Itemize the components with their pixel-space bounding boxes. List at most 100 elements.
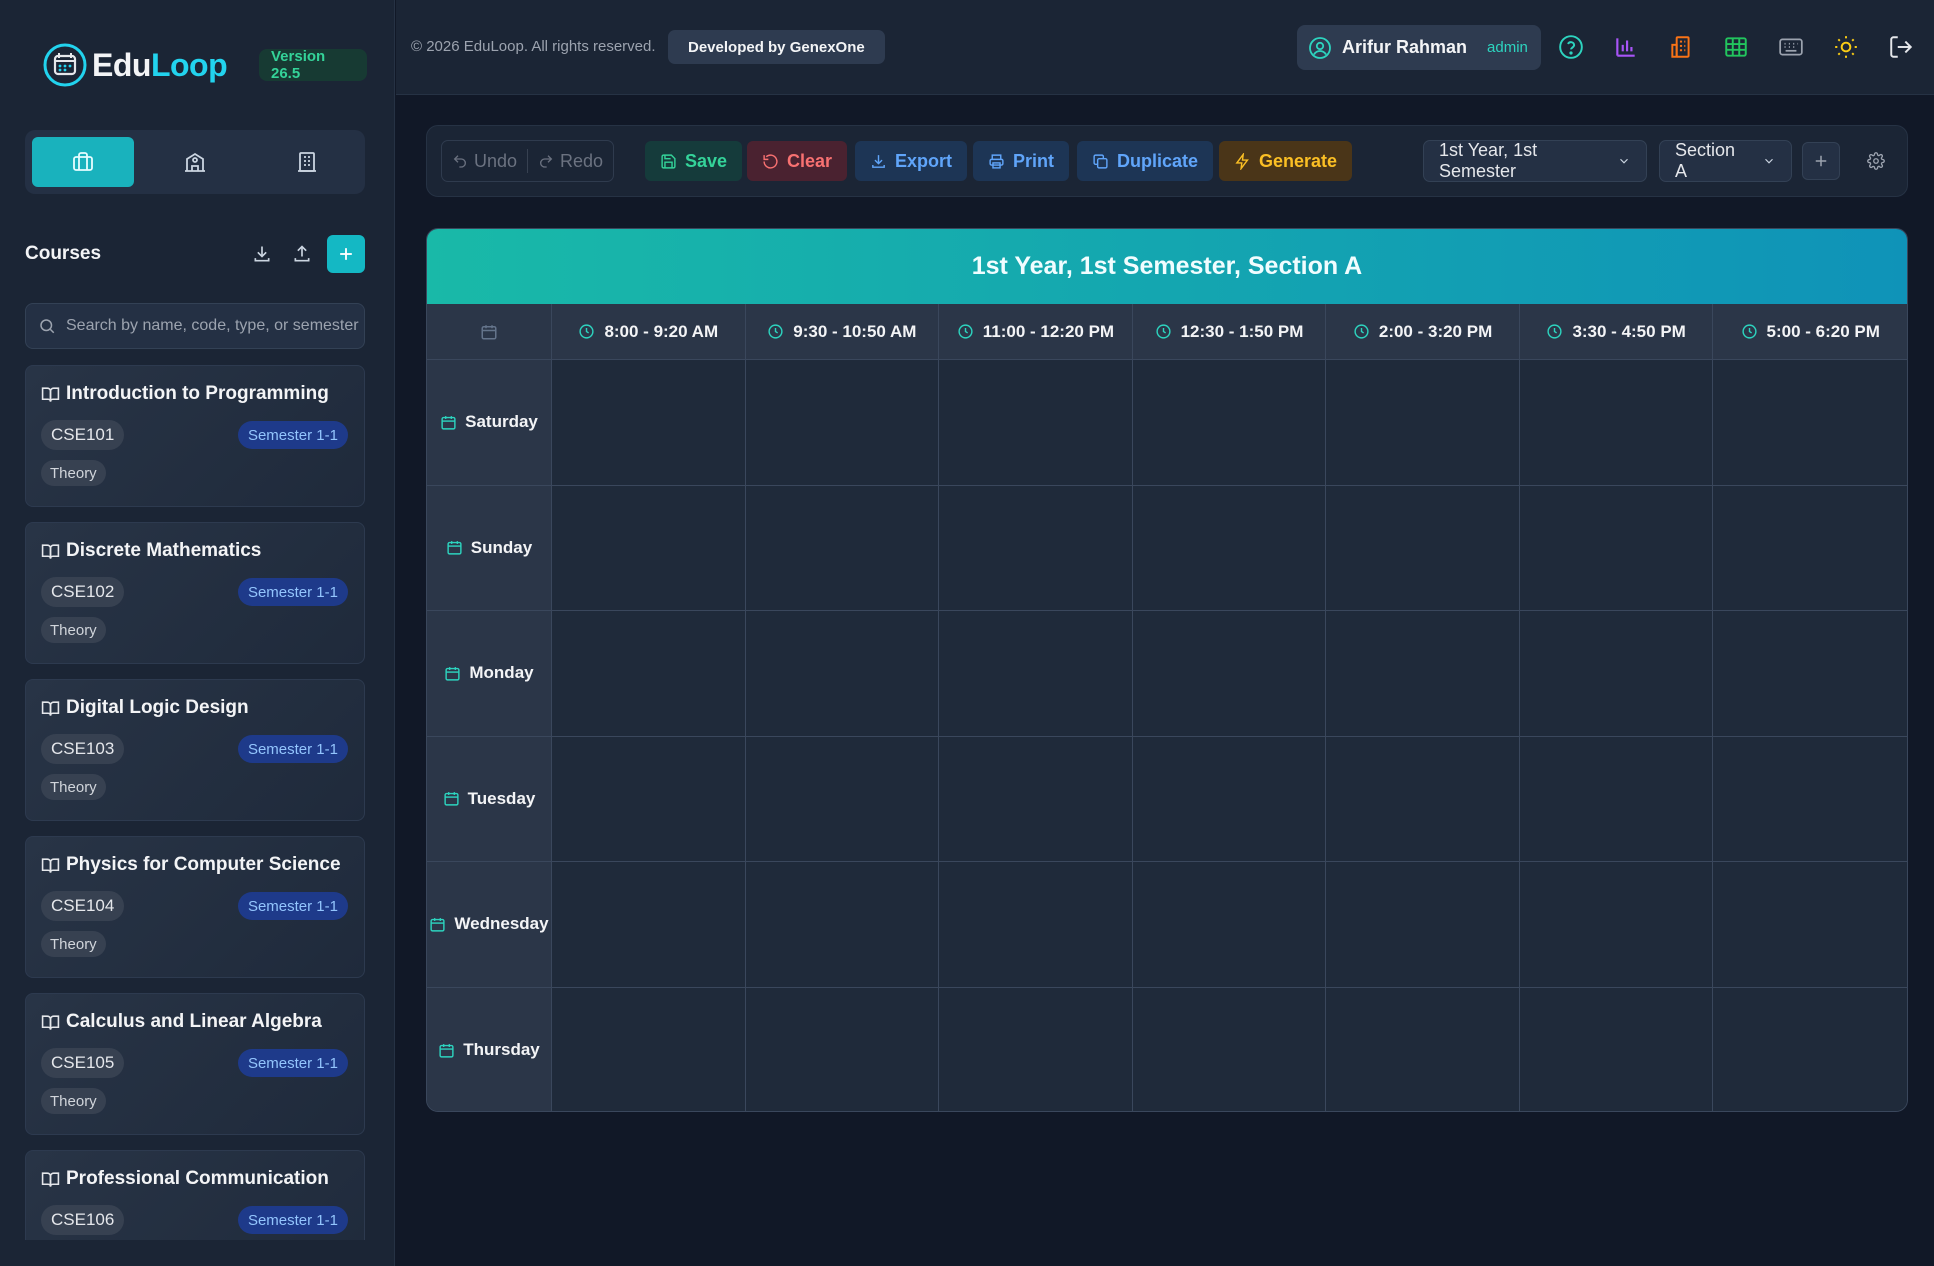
time-slot-header: 11:00 - 12:20 PM xyxy=(939,304,1133,360)
briefcase-icon xyxy=(71,150,95,174)
course-code-badge: CSE103 xyxy=(41,734,125,764)
add-section-button[interactable] xyxy=(1802,142,1840,180)
course-card[interactable]: Professional Communication CSE106 Semester… xyxy=(25,1150,365,1240)
user-profile[interactable]: Arifur Rahman admin xyxy=(1297,25,1541,70)
timetable-cell[interactable] xyxy=(1713,736,1907,862)
timetable-cell[interactable] xyxy=(552,360,746,486)
course-card[interactable]: Digital Logic Design CSE103 Semester 1-1 Th… xyxy=(25,679,365,821)
course-card[interactable]: Calculus and Linear Algebra CSE105 Semeste… xyxy=(25,993,365,1135)
spreadsheet-button[interactable] xyxy=(1721,32,1751,62)
timetable-cell[interactable] xyxy=(1713,360,1907,486)
print-label: Print xyxy=(1013,150,1055,171)
timetable-grid: 8:00 - 9:20 AM 9:30 - 10:50 AM 11:00 - 12:… xyxy=(427,304,1907,1111)
timetable-cell[interactable] xyxy=(1519,485,1714,611)
timetable-cell[interactable] xyxy=(1519,611,1714,737)
course-title: Physics for Computer Science xyxy=(41,853,348,877)
semester-badge: Semester 1-1 xyxy=(237,1049,348,1077)
book-icon xyxy=(41,856,66,875)
timetable-cell[interactable] xyxy=(1326,485,1520,611)
timetable-cell[interactable] xyxy=(939,862,1133,988)
clock-icon xyxy=(578,323,604,340)
analytics-button[interactable] xyxy=(1611,32,1641,62)
logout-icon xyxy=(1888,34,1914,60)
timetable-cell[interactable] xyxy=(1519,736,1714,862)
search-input[interactable] xyxy=(66,317,364,335)
timetable-cell[interactable] xyxy=(1132,360,1327,486)
timetable-cell[interactable] xyxy=(1519,987,1714,1111)
timetable-cell[interactable] xyxy=(1132,611,1327,737)
timetable-cell[interactable] xyxy=(1326,736,1520,862)
buildings-button[interactable] xyxy=(1666,32,1696,62)
chevron-down-icon xyxy=(1750,154,1776,168)
plus-icon xyxy=(336,244,356,264)
logout-button[interactable] xyxy=(1886,32,1916,62)
save-button[interactable]: Save xyxy=(645,141,743,181)
tab-rooms[interactable] xyxy=(256,137,358,187)
course-type-badge: Theory xyxy=(41,460,106,486)
time-slot-header: 12:30 - 1:50 PM xyxy=(1132,304,1327,360)
timetable-cell[interactable] xyxy=(1132,485,1327,611)
timetable-cell[interactable] xyxy=(939,736,1133,862)
timetable-cell[interactable] xyxy=(1132,987,1327,1111)
tab-teachers[interactable] xyxy=(144,137,246,187)
theme-toggle-button[interactable] xyxy=(1831,32,1861,62)
user-name: Arifur Rahman xyxy=(1342,37,1468,57)
course-card[interactable]: Physics for Computer Science CSE104 Semest… xyxy=(25,836,365,978)
day-label-cell: Tuesday xyxy=(427,736,552,862)
timetable-cell[interactable] xyxy=(939,611,1133,737)
timetable-cell[interactable] xyxy=(745,736,940,862)
help-button[interactable] xyxy=(1556,32,1586,62)
timetable-cell[interactable] xyxy=(1519,360,1714,486)
course-title-text: Introduction to Programming xyxy=(66,383,329,404)
timetable-cell[interactable] xyxy=(552,736,746,862)
time-slot-header: 2:00 - 3:20 PM xyxy=(1326,304,1520,360)
course-card[interactable]: Introduction to Programming CSE101 Semeste… xyxy=(25,365,365,507)
timetable-cell[interactable] xyxy=(552,485,746,611)
print-button[interactable]: Print xyxy=(973,141,1070,181)
timetable-cell[interactable] xyxy=(1326,987,1520,1111)
course-type-badge: Theory xyxy=(41,931,106,957)
timetable-cell[interactable] xyxy=(745,360,940,486)
course-type-badge: Theory xyxy=(41,617,106,643)
clear-button[interactable]: Clear xyxy=(747,141,848,181)
timetable-cell[interactable] xyxy=(1132,862,1327,988)
timetable-cell[interactable] xyxy=(1713,611,1907,737)
timetable-toolbar: Undo Redo Save Clear Export Print Duplic… xyxy=(426,125,1908,197)
section-select[interactable]: Section A xyxy=(1659,140,1792,182)
timetable-cell[interactable] xyxy=(1326,360,1520,486)
timetable-cell[interactable] xyxy=(1519,862,1714,988)
course-list: Introduction to Programming CSE101 Semeste… xyxy=(25,365,365,1240)
timetable-cell[interactable] xyxy=(1326,862,1520,988)
timetable-cell[interactable] xyxy=(939,987,1133,1111)
settings-button[interactable] xyxy=(1857,142,1895,180)
tab-courses[interactable] xyxy=(32,137,134,187)
keyboard-shortcuts-button[interactable] xyxy=(1776,32,1806,62)
export-button[interactable]: Export xyxy=(855,141,968,181)
timetable-cell[interactable] xyxy=(1713,485,1907,611)
timetable-cell[interactable] xyxy=(745,611,940,737)
timetable-cell[interactable] xyxy=(939,485,1133,611)
generate-button[interactable]: Generate xyxy=(1219,141,1353,181)
course-card[interactable]: Discrete Mathematics CSE102 Semester 1-1 Th… xyxy=(25,522,365,664)
timetable-cell[interactable] xyxy=(1713,987,1907,1111)
timetable-cell[interactable] xyxy=(1132,736,1327,862)
timetable-cell[interactable] xyxy=(939,360,1133,486)
timetable-cell[interactable] xyxy=(552,987,746,1111)
time-slot-label: 3:30 - 4:50 PM xyxy=(1572,321,1686,341)
timetable-cell[interactable] xyxy=(552,611,746,737)
import-courses-button[interactable] xyxy=(247,239,277,269)
add-course-button[interactable] xyxy=(327,235,365,273)
developer-badge[interactable]: Developed by GenexOne xyxy=(668,30,885,64)
timetable-cell[interactable] xyxy=(745,862,940,988)
export-courses-button[interactable] xyxy=(287,239,317,269)
duplicate-button[interactable]: Duplicate xyxy=(1077,141,1214,181)
timetable-cell[interactable] xyxy=(745,987,940,1111)
timetable-cell[interactable] xyxy=(1326,611,1520,737)
redo-button[interactable]: Redo xyxy=(528,141,613,181)
course-title: Discrete Mathematics xyxy=(41,539,348,563)
timetable-cell[interactable] xyxy=(552,862,746,988)
timetable-cell[interactable] xyxy=(745,485,940,611)
undo-button[interactable]: Undo xyxy=(442,141,527,181)
timetable-cell[interactable] xyxy=(1713,862,1907,988)
semester-select[interactable]: 1st Year, 1st Semester xyxy=(1423,140,1647,182)
